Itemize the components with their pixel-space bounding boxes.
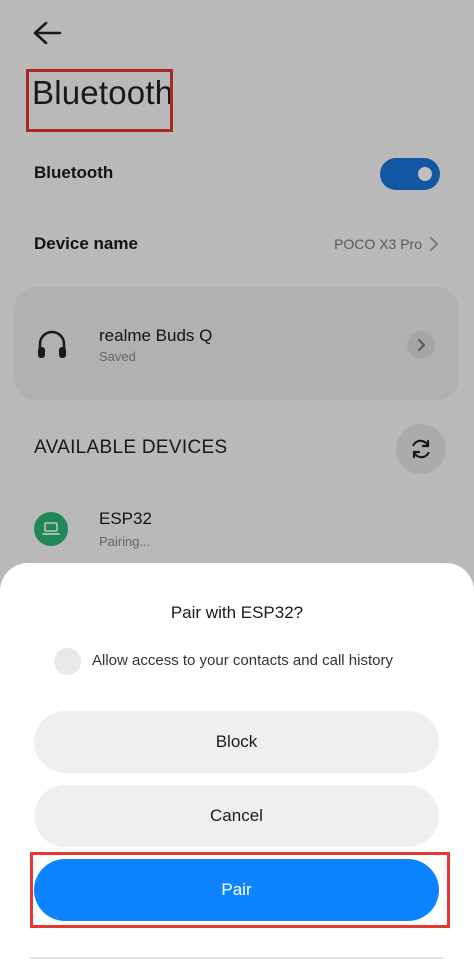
home-indicator <box>30 957 444 959</box>
cancel-button[interactable]: Cancel <box>34 785 439 847</box>
pair-dialog: Pair with ESP32? Allow access to your co… <box>0 563 474 971</box>
block-button[interactable]: Block <box>34 711 439 773</box>
pair-highlight-box <box>30 852 450 928</box>
contacts-access-checkbox[interactable] <box>54 648 81 675</box>
contacts-access-label[interactable]: Allow access to your contacts and call h… <box>92 652 393 669</box>
dialog-title: Pair with ESP32? <box>170 603 304 622</box>
